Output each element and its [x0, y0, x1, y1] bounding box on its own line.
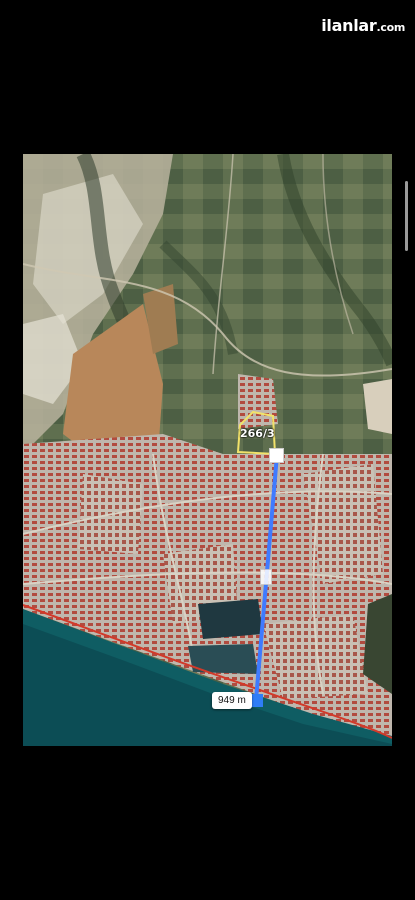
watermark-brand: ilanlar [321, 16, 377, 35]
endpoint-handle-icon[interactable] [250, 694, 263, 707]
midpoint-handle-icon[interactable] [260, 569, 272, 585]
screen: ilanlar.com 266/3 949 m [0, 0, 415, 900]
ilanlar-watermark-logo: ilanlar.com [321, 16, 405, 35]
map-imagery [23, 154, 392, 746]
distance-label: 949 m [212, 692, 252, 709]
square-handle-icon[interactable] [269, 448, 284, 463]
satellite-map[interactable]: 266/3 949 m [23, 154, 392, 746]
watermark-tld: .com [376, 21, 405, 34]
scroll-indicator[interactable] [405, 181, 408, 251]
parcel-number-label: 266/3 [240, 427, 275, 440]
